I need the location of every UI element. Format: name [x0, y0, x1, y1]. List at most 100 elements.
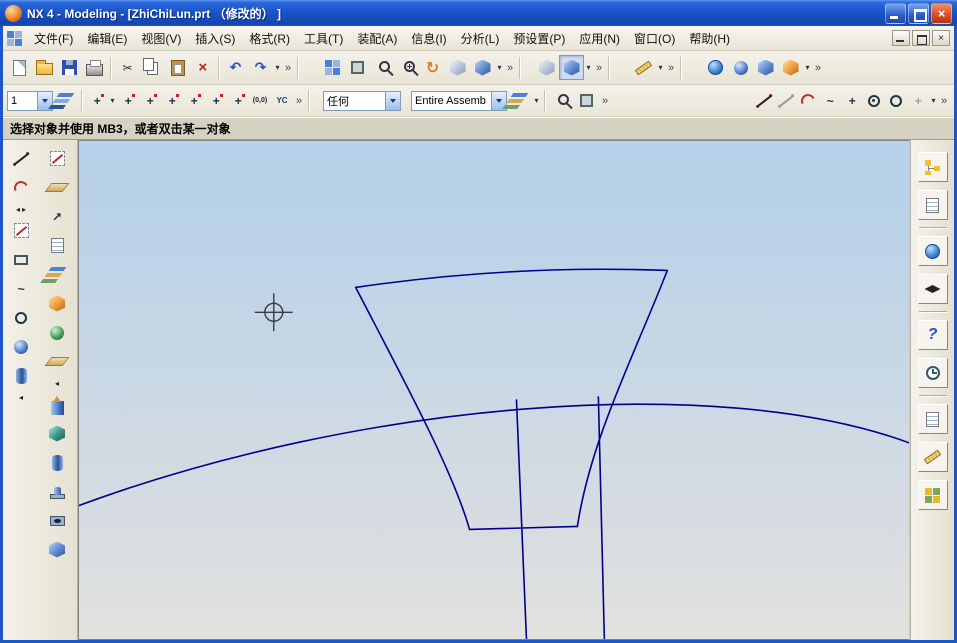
modeling-app-button[interactable]	[559, 55, 584, 80]
toolbar-overflow[interactable]: »	[938, 95, 950, 107]
layer-settings-button[interactable]	[53, 88, 78, 113]
history-button[interactable]	[918, 358, 948, 388]
chevron-down-icon[interactable]: ▾	[495, 63, 504, 72]
paste-button[interactable]	[165, 55, 190, 80]
high-quality-image-button[interactable]	[778, 55, 803, 80]
minimize-button[interactable]	[885, 3, 906, 24]
fit-view-button[interactable]	[320, 55, 345, 80]
chevron-down-icon[interactable]: ▾	[273, 63, 282, 72]
menu-information[interactable]: 信息(I)	[404, 27, 453, 50]
material-button[interactable]	[728, 55, 753, 80]
open-button[interactable]	[32, 55, 57, 80]
pad-button[interactable]	[44, 536, 71, 563]
toolbar-overflow[interactable]: »	[504, 62, 516, 74]
new-button[interactable]	[7, 55, 32, 80]
pan-view-button[interactable]	[445, 55, 470, 80]
chevron-down-icon[interactable]: ▾	[532, 96, 541, 105]
details-panel-button[interactable]	[918, 404, 948, 434]
mdi-restore-button[interactable]	[912, 30, 930, 46]
snap-quadrant-button[interactable]: +	[205, 90, 227, 112]
zoom-button[interactable]	[370, 55, 395, 80]
pitch-arc[interactable]	[79, 404, 909, 505]
scene-browser-button[interactable]	[703, 55, 728, 80]
snap-existing-point-button[interactable]: +	[227, 90, 249, 112]
revolve-button[interactable]	[44, 420, 71, 447]
snap-origin-button[interactable]: (0,0)	[249, 90, 271, 112]
maximize-button[interactable]	[908, 3, 929, 24]
boss-button[interactable]	[44, 478, 71, 505]
help-button[interactable]: ?	[918, 320, 948, 350]
datum-csys-button[interactable]: ↗	[44, 203, 71, 230]
general-selection-button[interactable]	[574, 88, 599, 113]
tools-panel-button[interactable]	[918, 442, 948, 472]
toolbar-collapse[interactable]: ◂	[44, 376, 71, 390]
menu-view[interactable]: 视图(V)	[134, 27, 188, 50]
delete-button[interactable]: ×	[190, 55, 215, 80]
arc-tool-button[interactable]	[797, 90, 819, 112]
chevron-down-icon[interactable]: ▾	[803, 63, 812, 72]
toolbar-collapse[interactable]: ◂	[8, 390, 35, 404]
type-filter-combo[interactable]: 任何	[323, 91, 401, 111]
measure-button[interactable]	[631, 55, 656, 80]
graphics-window[interactable]	[78, 140, 910, 640]
menu-file[interactable]: 文件(F)	[27, 27, 80, 50]
toolbar-overflow[interactable]: »	[282, 62, 294, 74]
extrude-button[interactable]	[44, 391, 71, 418]
menu-application[interactable]: 应用(N)	[572, 27, 627, 50]
chevron-down-icon[interactable]	[385, 92, 400, 110]
basic-curves-button[interactable]	[8, 217, 35, 244]
palette-button[interactable]	[918, 480, 948, 510]
menu-format[interactable]: 格式(R)	[242, 27, 297, 50]
arc-button[interactable]	[8, 174, 35, 201]
toolbar-overflow[interactable]: »	[812, 62, 824, 74]
snap-intersection-button[interactable]: +	[161, 90, 183, 112]
menu-insert[interactable]: 插入(S)	[188, 27, 242, 50]
toolbar-overflow[interactable]: »	[593, 62, 605, 74]
cylinder-button[interactable]	[44, 449, 71, 476]
menu-preferences[interactable]: 预设置(P)	[506, 27, 572, 50]
toolbar-overflow[interactable]: »	[665, 62, 677, 74]
roles-button[interactable]	[918, 274, 948, 304]
snap-inferred-button[interactable]: +	[86, 90, 108, 112]
block-button[interactable]	[44, 290, 71, 317]
menu-edit[interactable]: 编辑(E)	[80, 27, 134, 50]
find-button[interactable]	[549, 88, 574, 113]
hole-button[interactable]	[44, 507, 71, 534]
chevron-down-icon[interactable]: ▾	[584, 63, 593, 72]
gateway-app-button[interactable]	[534, 55, 559, 80]
constraint-navigator-button[interactable]	[918, 190, 948, 220]
menu-analysis[interactable]: 分析(L)	[454, 27, 507, 50]
sphere-primitive-button[interactable]	[44, 319, 71, 346]
snap-csys-button[interactable]: YC	[271, 90, 293, 112]
line-arc-tool-button[interactable]	[775, 90, 797, 112]
selection-scope-combo[interactable]: Entire Assemb	[411, 91, 507, 111]
part-navigator-button[interactable]	[918, 236, 948, 266]
snap-endpoint-button[interactable]: +	[117, 90, 139, 112]
circle-center-tool-button[interactable]	[863, 90, 885, 112]
zoom-in-out-button[interactable]	[395, 55, 420, 80]
sketch-button[interactable]	[44, 145, 71, 172]
menu-assemblies[interactable]: 装配(A)	[350, 27, 404, 50]
rotate-view-button[interactable]: ↻	[420, 55, 445, 80]
snap-midpoint-button[interactable]: +	[139, 90, 161, 112]
helix-button[interactable]	[8, 362, 35, 389]
visualization-button[interactable]	[753, 55, 778, 80]
assembly-navigator-button[interactable]	[918, 152, 948, 182]
undo-button[interactable]: ↶	[223, 55, 248, 80]
mdi-minimize-button[interactable]	[892, 30, 910, 46]
ellipse-button[interactable]	[8, 304, 35, 331]
selection-filter-button[interactable]	[507, 88, 532, 113]
menu-window[interactable]: 窗口(O)	[627, 27, 682, 50]
copy-button[interactable]	[140, 55, 165, 80]
tooth-left-flank[interactable]	[356, 287, 470, 529]
datum-plane-button[interactable]	[44, 174, 71, 201]
redo-button[interactable]: ↷	[248, 55, 273, 80]
layered-feature-button[interactable]	[44, 261, 71, 288]
chevron-down-icon[interactable]: ▾	[656, 63, 665, 72]
close-button[interactable]: ×	[931, 3, 952, 24]
save-button[interactable]	[57, 55, 82, 80]
datum-axis-button[interactable]	[44, 348, 71, 375]
shaded-view-button[interactable]	[470, 55, 495, 80]
tooth-root-edge[interactable]	[470, 526, 578, 529]
print-button[interactable]	[82, 55, 107, 80]
